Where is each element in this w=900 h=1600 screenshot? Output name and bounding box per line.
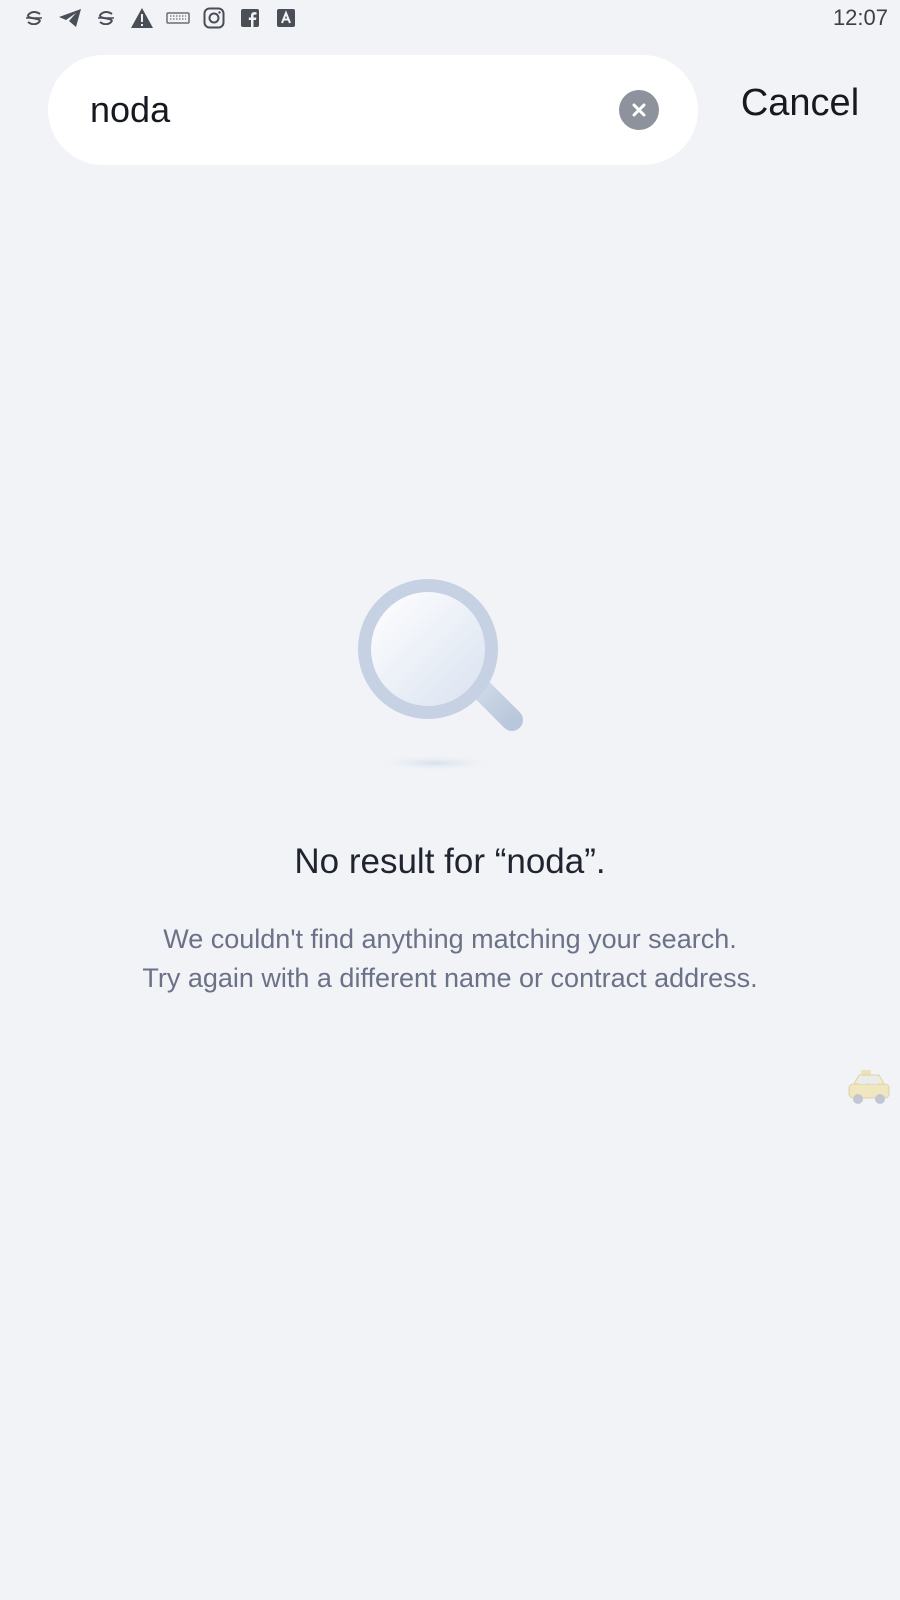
- instagram-icon: [196, 6, 232, 30]
- close-icon: [632, 103, 646, 117]
- search-input[interactable]: [90, 55, 610, 165]
- s-icon: [88, 6, 124, 30]
- notification-icons: [16, 6, 304, 30]
- floating-taxi-icon[interactable]: [846, 1068, 892, 1108]
- keyboard-icon: [160, 6, 196, 30]
- warning-icon: [124, 6, 160, 30]
- magnifier-illustration-icon: [340, 570, 560, 780]
- empty-state-line-2: Try again with a different name or contr…: [142, 963, 758, 993]
- status-bar: 12:07: [0, 0, 900, 36]
- search-bar[interactable]: [48, 55, 698, 165]
- empty-state-title: No result for “noda”.: [294, 842, 606, 881]
- empty-state-description: We couldn't find anything matching your …: [0, 920, 900, 998]
- cancel-button[interactable]: Cancel: [725, 82, 875, 138]
- telegram-icon: [52, 6, 88, 30]
- facebook-icon: [232, 6, 268, 30]
- clear-search-button[interactable]: [619, 90, 659, 130]
- empty-state-line-1: We couldn't find anything matching your …: [163, 924, 737, 954]
- status-time: 12:07: [832, 5, 888, 30]
- s-icon: [16, 6, 52, 30]
- a-icon: [268, 6, 304, 30]
